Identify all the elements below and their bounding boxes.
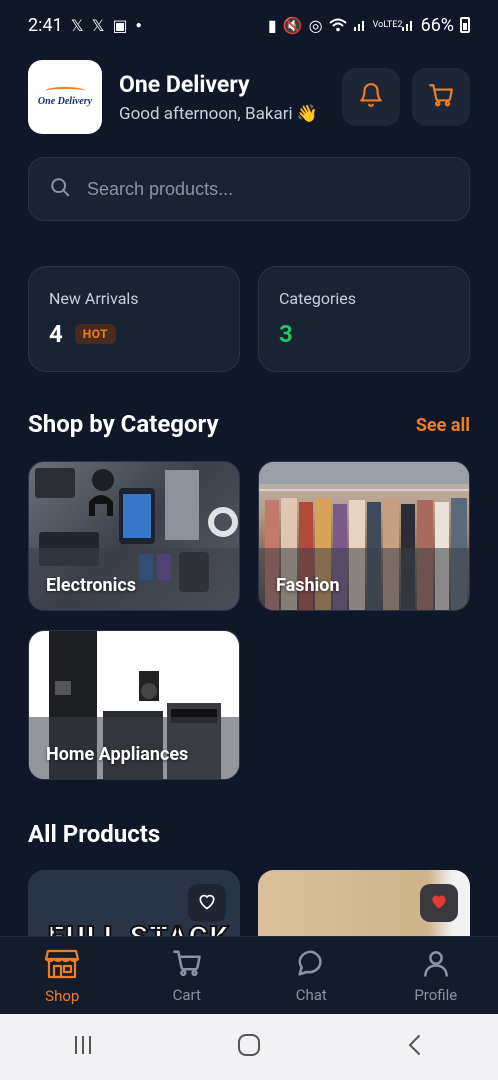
heart-filled-icon <box>429 891 449 915</box>
battery-saver-icon: ▮ <box>267 15 277 35</box>
x-app-icon: 𝕏 <box>91 15 105 35</box>
nav-item-chat[interactable]: Chat <box>249 937 374 1014</box>
chat-icon <box>296 948 326 982</box>
category-label: Fashion <box>276 575 340 596</box>
store-icon <box>45 947 80 983</box>
category-card-electronics[interactable]: Electronics <box>28 461 240 611</box>
bottom-nav: Shop Cart Chat Profile <box>0 936 498 1014</box>
network-label: VoLTE2 <box>372 19 403 30</box>
nav-item-profile[interactable]: Profile <box>374 937 498 1014</box>
logo-text: One Delivery <box>37 96 93 107</box>
stat-label: Categories <box>279 289 356 308</box>
category-card-home-appliances[interactable]: Home Appliances <box>28 630 240 780</box>
user-icon <box>421 948 451 982</box>
category-label: Home Appliances <box>46 744 189 765</box>
stat-value: 4 <box>49 320 63 348</box>
nav-label: Cart <box>172 985 201 1004</box>
notifications-button[interactable] <box>342 68 400 126</box>
heart-outline-icon <box>197 891 217 915</box>
bell-icon <box>358 82 384 112</box>
signal-icon <box>353 18 367 32</box>
recent-apps-button[interactable] <box>71 1033 95 1061</box>
cart-button[interactable] <box>412 68 470 126</box>
status-bar: 2:41 𝕏 𝕏 ▣ ● ▮ 🔇 ◎ VoLTE2 66% <box>0 0 498 50</box>
search-bar[interactable] <box>28 157 470 221</box>
favorite-button[interactable] <box>188 884 226 922</box>
stat-value: 3 <box>279 320 293 348</box>
section-title-products: All Products <box>28 820 161 848</box>
nav-item-cart[interactable]: Cart <box>125 937 250 1014</box>
nav-label: Profile <box>414 985 458 1004</box>
system-nav-bar <box>0 1014 498 1080</box>
greeting-text: Good afternoon, Bakari 👋 <box>119 103 318 124</box>
see-all-link[interactable]: See all <box>416 415 470 436</box>
hot-badge: HOT <box>74 324 117 344</box>
nav-label: Shop <box>45 986 80 1005</box>
x-app-icon: 𝕏 <box>70 15 84 35</box>
app-logo: One Delivery <box>28 60 102 134</box>
signal-icon <box>401 18 415 32</box>
battery-icon <box>460 17 470 33</box>
wifi-icon <box>328 18 347 32</box>
cart-icon <box>172 948 202 982</box>
notification-dot-icon: ● <box>135 19 142 31</box>
search-input[interactable] <box>87 178 447 200</box>
favorite-button[interactable] <box>420 884 458 922</box>
battery-percent: 66% <box>420 14 454 36</box>
category-card-fashion[interactable]: Fashion <box>258 461 470 611</box>
search-icon <box>49 176 71 202</box>
app-header: One Delivery One Delivery Good afternoon… <box>28 60 470 134</box>
logo-swoosh <box>45 87 85 95</box>
status-time: 2:41 <box>28 14 63 36</box>
stat-label: New Arrivals <box>49 289 139 308</box>
home-button[interactable] <box>236 1032 262 1062</box>
category-label: Electronics <box>46 575 137 596</box>
new-arrivals-card[interactable]: New Arrivals 4 HOT <box>28 266 240 372</box>
gallery-icon: ▣ <box>112 15 128 35</box>
cart-icon <box>428 82 454 112</box>
back-button[interactable] <box>403 1033 427 1061</box>
mute-icon: 🔇 <box>282 15 303 35</box>
nav-label: Chat <box>295 985 327 1004</box>
categories-card[interactable]: Categories 3 <box>258 266 470 372</box>
app-title: One Delivery <box>119 70 250 98</box>
section-title-categories: Shop by Category <box>28 410 219 438</box>
hotspot-icon: ◎ <box>308 15 323 35</box>
nav-item-shop[interactable]: Shop <box>0 937 125 1014</box>
